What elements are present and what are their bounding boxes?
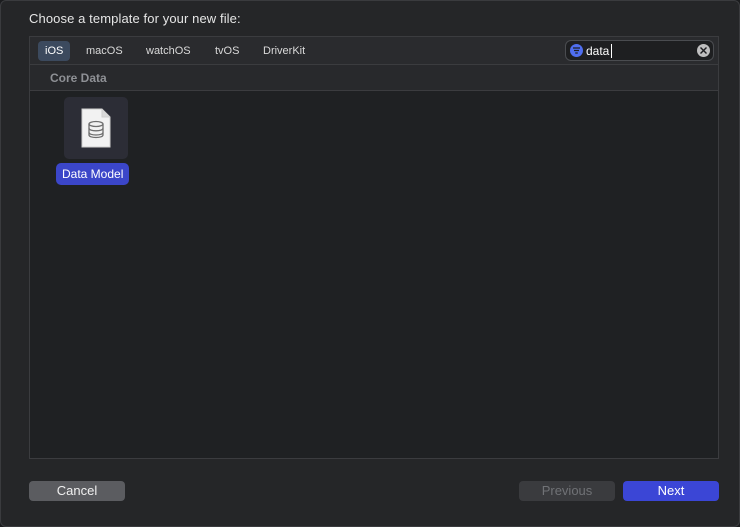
tab-watchos[interactable]: watchOS — [139, 41, 198, 61]
search-field[interactable] — [565, 40, 714, 61]
previous-button[interactable]: Previous — [519, 481, 615, 501]
cancel-button[interactable]: Cancel — [29, 481, 125, 501]
clear-icon[interactable] — [697, 44, 710, 57]
template-data-model[interactable]: Data Model — [55, 97, 139, 187]
new-file-template-dialog: Choose a template for your new file: iOS… — [0, 0, 740, 527]
filter-icon[interactable] — [570, 44, 583, 57]
tab-tvos[interactable]: tvOS — [208, 41, 246, 61]
tab-ios[interactable]: iOS — [38, 41, 71, 61]
search-input[interactable] — [586, 42, 686, 59]
tab-macos[interactable]: macOS — [79, 41, 130, 61]
tab-driverkit[interactable]: DriverKit — [256, 41, 312, 61]
section-header-core-data: Core Data — [30, 65, 718, 91]
section-label: Core Data — [50, 71, 107, 85]
database-document-icon — [81, 108, 111, 148]
dialog-title: Choose a template for your new file: — [29, 11, 241, 26]
platform-tab-bar: iOS macOS watchOS tvOS DriverKit — [30, 37, 718, 65]
next-button[interactable]: Next — [623, 481, 719, 501]
template-label: Data Model — [56, 163, 130, 185]
template-panel: iOS macOS watchOS tvOS DriverKit data Co… — [29, 36, 719, 459]
template-icon-background — [64, 97, 128, 159]
text-caret — [611, 44, 612, 58]
